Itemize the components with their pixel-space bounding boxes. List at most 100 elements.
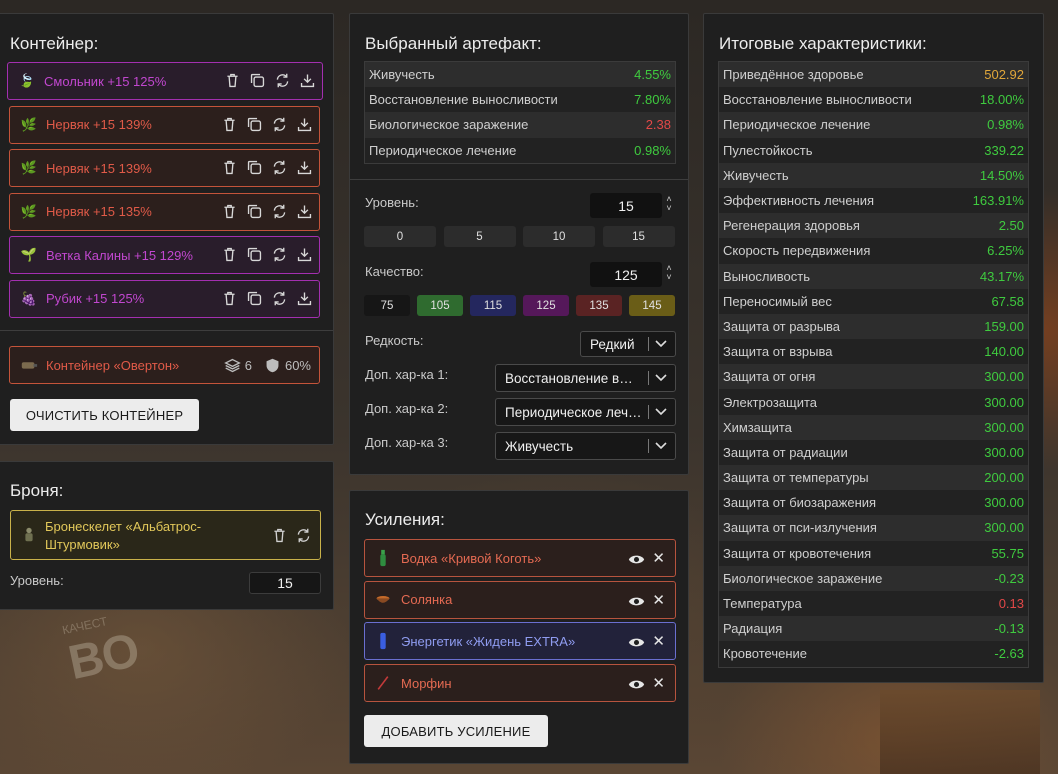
quality-preset-button[interactable]: 105 bbox=[417, 295, 463, 316]
replace-icon[interactable] bbox=[271, 116, 288, 133]
extra3-select[interactable]: Живучесть bbox=[495, 432, 676, 460]
boost-label: Морфин bbox=[401, 675, 452, 691]
level-preset-button[interactable]: 0 bbox=[364, 226, 436, 247]
add-boost-button[interactable]: ДОБАВИТЬ УСИЛЕНИЕ bbox=[364, 715, 548, 747]
trash-icon[interactable] bbox=[221, 203, 238, 220]
stat-name: Биологическое заражение bbox=[723, 570, 883, 586]
quality-spinner[interactable]: ˄ ˅ bbox=[664, 264, 674, 282]
clear-container-button[interactable]: ОЧИСТИТЬ КОНТЕЙНЕР bbox=[10, 399, 199, 431]
divider bbox=[0, 330, 333, 331]
container-item[interactable]: 🍇 Рубик +15 125% bbox=[9, 279, 320, 318]
quality-preset-button[interactable]: 145 bbox=[629, 295, 675, 316]
replace-icon[interactable] bbox=[271, 246, 288, 263]
boost-item[interactable]: Морфин ✕ bbox=[364, 664, 676, 703]
eye-icon[interactable] bbox=[628, 551, 645, 568]
stat-row: Защита от кровотечения 55.75 bbox=[719, 540, 1028, 566]
trash-icon[interactable] bbox=[271, 527, 288, 544]
level-preset-button[interactable]: 5 bbox=[443, 226, 516, 247]
trash-icon[interactable] bbox=[221, 159, 238, 176]
quality-preset-button[interactable]: 75 bbox=[364, 295, 410, 316]
trash-icon[interactable] bbox=[224, 72, 241, 89]
stat-name: Электрозащита bbox=[723, 394, 818, 410]
download-icon[interactable] bbox=[299, 72, 316, 89]
copy-icon[interactable] bbox=[246, 290, 263, 307]
stat-value: 159.00 bbox=[984, 318, 1024, 334]
stat-name: Защита от температуры bbox=[723, 470, 869, 486]
extra2-select[interactable]: Периодическое лечение bbox=[495, 398, 676, 426]
quality-preset-button[interactable]: 115 bbox=[470, 295, 516, 316]
level-preset-button[interactable]: 10 bbox=[523, 226, 595, 247]
stat-value: 14.50% bbox=[979, 167, 1024, 183]
boost-item[interactable]: Энергетик «Жидень EXTRA» ✕ bbox=[364, 622, 676, 661]
download-icon[interactable] bbox=[296, 246, 313, 263]
quality-preset-button[interactable]: 135 bbox=[576, 295, 622, 316]
replace-icon[interactable] bbox=[271, 203, 288, 220]
container-item[interactable]: 🌿 Нервяк +15 139% bbox=[9, 149, 320, 187]
copy-icon[interactable] bbox=[246, 246, 263, 263]
eye-icon[interactable] bbox=[628, 676, 645, 693]
container-case[interactable]: Контейнер «Овертон» 6 60% bbox=[9, 346, 320, 384]
trash-icon[interactable] bbox=[221, 116, 238, 133]
container-item[interactable]: 🌱 Ветка Калины +15 129% bbox=[9, 236, 320, 274]
armor-level-input[interactable]: 15 bbox=[249, 572, 321, 594]
stat-value: -2.63 bbox=[994, 646, 1024, 662]
download-icon[interactable] bbox=[296, 203, 313, 220]
trash-icon[interactable] bbox=[221, 290, 238, 307]
rarity-select[interactable]: Редкий bbox=[580, 331, 676, 357]
stat-row: Переносимый вес 67.58 bbox=[719, 288, 1028, 314]
totals-panel: Итоговые характеристики: Приведённое здо… bbox=[703, 13, 1044, 683]
replace-icon[interactable] bbox=[274, 72, 291, 89]
replace-icon[interactable] bbox=[271, 159, 288, 176]
quality-preset-button[interactable]: 125 bbox=[523, 295, 569, 316]
copy-icon[interactable] bbox=[246, 203, 263, 220]
stat-name: Живучесть bbox=[723, 167, 789, 183]
eye-icon[interactable] bbox=[628, 634, 645, 651]
stat-row: Выносливость 43.17% bbox=[719, 263, 1028, 289]
extra1-select[interactable]: Восстановление выносливости bbox=[495, 364, 676, 392]
container-item[interactable]: 🌿 Нервяк +15 135% bbox=[9, 192, 320, 231]
container-item-label: Нервяк +15 139% bbox=[46, 117, 152, 132]
close-icon[interactable]: ✕ bbox=[652, 632, 665, 650]
copy-icon[interactable] bbox=[249, 72, 266, 89]
replace-icon[interactable] bbox=[295, 527, 312, 544]
stat-value: 300.00 bbox=[984, 520, 1024, 536]
container-item[interactable]: 🍃 Смольник +15 125% bbox=[7, 62, 323, 100]
artifact-level-label: Уровень: bbox=[365, 195, 419, 210]
stat-name: Выносливость bbox=[723, 268, 810, 284]
boost-icon bbox=[375, 593, 391, 607]
stat-row: Защита от радиации 300.00 bbox=[719, 439, 1028, 465]
trash-icon[interactable] bbox=[221, 246, 238, 263]
stat-row: Живучесть 14.50% bbox=[719, 162, 1028, 188]
stat-value: 140.00 bbox=[984, 344, 1024, 360]
level-spinner[interactable]: ˄ ˅ bbox=[664, 195, 674, 213]
stat-value: 2.50 bbox=[998, 218, 1024, 234]
chevron-down-icon bbox=[655, 340, 669, 348]
copy-icon[interactable] bbox=[246, 159, 263, 176]
stat-name: Радиация bbox=[723, 621, 783, 637]
boost-item[interactable]: Водка «Кривой Коготь» ✕ bbox=[364, 539, 676, 577]
eye-icon[interactable] bbox=[628, 593, 645, 610]
stat-row: Скорость передвижения 6.25% bbox=[719, 238, 1028, 264]
artifact-level-input[interactable]: 15 bbox=[590, 193, 662, 218]
stat-row: Защита от биозаражения 300.00 bbox=[719, 490, 1028, 516]
close-icon[interactable]: ✕ bbox=[652, 674, 665, 692]
close-icon[interactable]: ✕ bbox=[652, 549, 665, 567]
chevron-down-icon bbox=[655, 442, 669, 450]
download-icon[interactable] bbox=[296, 159, 313, 176]
armor-item-label: Бронескелет «Альбатрос-Штурмовик» bbox=[45, 519, 202, 552]
container-item[interactable]: 🌿 Нервяк +15 139% bbox=[9, 105, 320, 144]
stat-value: 300.00 bbox=[984, 419, 1024, 435]
artifact-quality-input[interactable]: 125 bbox=[590, 262, 662, 287]
stat-value: 300.00 bbox=[984, 394, 1024, 410]
armor-item[interactable]: Бронескелет «Альбатрос-Штурмовик» bbox=[10, 510, 321, 560]
level-preset-button[interactable]: 15 bbox=[602, 226, 675, 247]
close-icon[interactable]: ✕ bbox=[652, 591, 665, 609]
download-icon[interactable] bbox=[296, 116, 313, 133]
stat-name: Защита от кровотечения bbox=[723, 545, 872, 561]
case-label: Контейнер «Овертон» bbox=[46, 357, 180, 373]
download-icon[interactable] bbox=[296, 290, 313, 307]
replace-icon[interactable] bbox=[271, 290, 288, 307]
copy-icon[interactable] bbox=[246, 116, 263, 133]
boost-item[interactable]: Солянка ✕ bbox=[364, 580, 676, 619]
background-sign: КАЧЕСТ ВО bbox=[60, 614, 145, 691]
